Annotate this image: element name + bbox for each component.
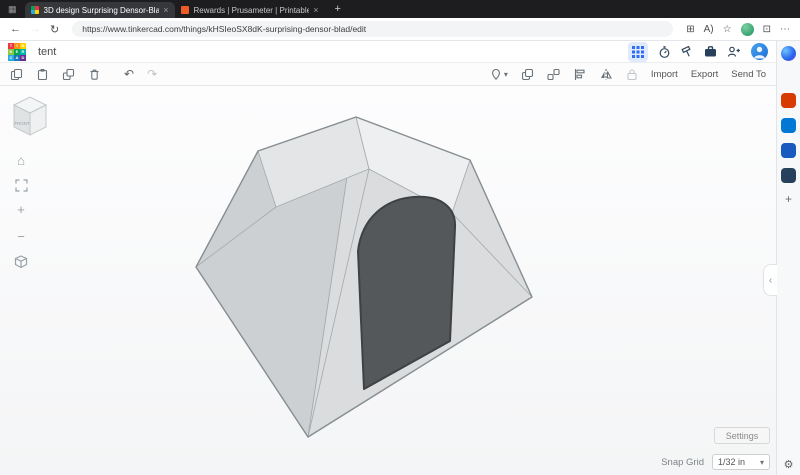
hammer-icon[interactable] [681,45,694,58]
back-icon[interactable]: ← [10,23,21,35]
teams-icon[interactable] [781,168,796,183]
close-tab-icon[interactable]: × [163,5,168,15]
lock-icon[interactable] [626,68,638,81]
copy-icon[interactable] [10,68,23,81]
view-controls: ⌂ + − [14,152,28,269]
url-text: https://www.tinkercad.com/things/kHSIeoS… [82,24,366,34]
snap-grid-dropdown[interactable]: 1/32 in ▾ [712,454,770,470]
mirror-flip-icon[interactable] [599,68,613,81]
delete-trash-icon[interactable] [88,68,101,81]
edge-sidebar: + ⚙ [776,41,800,475]
zoom-in-icon[interactable]: + [17,201,25,219]
browser-profile-avatar[interactable] [741,23,754,36]
edit-toolbar: ↶ ↷ ▾ Import Export Send To [0,63,776,86]
m365-icon[interactable] [781,93,796,108]
ungroup-icon[interactable] [547,68,560,81]
import-button[interactable]: Import [651,69,678,80]
browser-tab-inactive[interactable]: Rewards | Prusameter | Printable × [175,2,325,18]
tent-door[interactable] [358,197,455,389]
view-cube[interactable]: FRONT [8,92,52,140]
printables-favicon [181,6,189,14]
snap-grid-label: Snap Grid [661,457,704,468]
browser-tab-active[interactable]: 3D design Surprising Densor-Bla × [25,2,175,18]
viewcube-front-label: FRONT [14,121,29,126]
invite-collaborate-icon[interactable] [727,45,741,58]
sidebar-gear-icon[interactable]: ⚙ [784,458,794,471]
paste-icon[interactable] [36,68,49,81]
split-screen-icon[interactable]: ⊞ [686,24,694,35]
export-button[interactable]: Export [691,69,718,80]
send-to-button[interactable]: Send To [731,69,766,80]
group-icon[interactable] [521,68,534,81]
browser-titlebar: ▦ 3D design Surprising Densor-Bla × Rewa… [0,0,800,18]
collapse-chevron-icon: ‹ [769,275,772,286]
settings-button[interactable]: Settings [714,427,770,444]
tinkercad-logo[interactable]: T I N K E R C A D [8,43,26,61]
undo-icon[interactable]: ↶ [124,68,134,80]
snap-grid-bar: Snap Grid 1/32 in ▾ [0,452,770,472]
redo-icon[interactable]: ↷ [147,68,157,80]
extensions-icon[interactable]: ⊡ [763,24,771,35]
refresh-icon[interactable]: ↻ [50,23,59,36]
duplicate-icon[interactable] [62,68,75,81]
word-icon[interactable] [781,143,796,158]
tinkercad-favicon [31,6,39,14]
settings-label: Settings [726,431,759,441]
toolbar-right-group: ▾ Import Export Send To [490,68,766,81]
stopwatch-icon[interactable] [658,45,671,59]
forward-icon[interactable]: → [30,23,41,35]
workspaces-icon[interactable]: ▦ [8,0,17,18]
notes-pin-dropdown[interactable]: ▾ [490,68,508,81]
pin-icon [490,68,502,81]
browser-address-row: ← → ↻ https://www.tinkercad.com/things/k… [0,18,800,41]
address-bar[interactable]: https://www.tinkercad.com/things/kHSIeoS… [72,21,673,37]
new-tab-button[interactable]: + [335,3,341,15]
design-name[interactable]: tent [38,46,56,58]
browser-actions: ⊞ A) ☆ ⊡ ⋯ [686,23,790,36]
tent-model[interactable] [0,86,776,475]
home-view-icon[interactable]: ⌂ [17,152,25,170]
chevron-down-icon: ▾ [504,70,508,79]
outlook-icon[interactable] [781,118,796,133]
chevron-down-icon: ▾ [760,458,764,467]
close-tab-icon[interactable]: × [313,5,318,15]
sidebar-collapse-handle[interactable]: ‹ [763,264,777,296]
align-icon[interactable] [573,68,586,81]
grid-glyph [632,46,644,58]
add-sidebar-app-icon[interactable]: + [785,193,792,205]
copilot-icon[interactable] [781,46,796,61]
snap-grid-value: 1/32 in [718,457,745,467]
tinkercad-header: T I N K E R C A D tent [0,41,776,63]
toolbox-icon[interactable] [704,45,717,58]
browser-settings-dots-icon[interactable]: ⋯ [780,24,790,35]
tab-title: 3D design Surprising Densor-Bla [44,6,160,15]
user-avatar[interactable] [751,43,768,60]
viewport-canvas[interactable]: FRONT ⌂ + − Settings Snap Grid 1/32 in ▾ [0,86,776,475]
zoom-out-icon[interactable]: − [17,228,25,246]
logo-letter: D [20,55,26,61]
perspective-toggle-icon[interactable] [14,255,28,269]
header-right-icons [628,42,768,62]
tab-title: Rewards | Prusameter | Printable [194,6,310,15]
avatar-person-glyph [751,43,768,60]
fit-view-icon[interactable] [15,179,28,192]
apps-grid-icon[interactable] [628,42,648,62]
favorites-star-icon[interactable]: ☆ [723,24,732,35]
read-aloud-icon[interactable]: A) [704,24,714,35]
